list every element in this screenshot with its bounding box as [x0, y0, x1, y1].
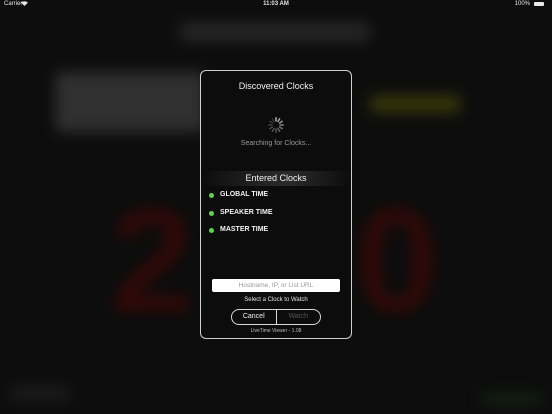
clock-item-label: GLOBAL TIME: [220, 191, 269, 198]
discovered-clocks-dialog: Discovered Clocks Searching for Clocks..…: [200, 70, 352, 339]
clock-item-master-time[interactable]: MASTER TIME: [201, 225, 351, 243]
action-button-group: Cancel Watch: [231, 309, 321, 325]
hostname-input[interactable]: [212, 279, 340, 292]
version-label: LiveTime Viewer - 1.08: [250, 328, 302, 334]
status-dot-icon: [209, 210, 214, 216]
status-time: 11:03 AM: [263, 1, 289, 7]
dialog-title: Discovered Clocks: [238, 81, 314, 91]
loading-spinner-icon: [268, 117, 284, 133]
clock-item-global-time[interactable]: GLOBAL TIME: [201, 190, 351, 208]
cancel-button[interactable]: Cancel: [232, 310, 277, 324]
battery-percent: 100%: [514, 1, 530, 7]
select-clock-hint: Select a Clock to Watch: [244, 297, 308, 303]
clock-item-label: SPEAKER TIME: [220, 208, 273, 216]
clock-item-speaker-time[interactable]: SPEAKER TIME: [201, 208, 351, 226]
clock-list: GLOBAL TIME SPEAKER TIME MASTER TIME: [201, 190, 351, 243]
entered-clocks-header: Entered Clocks: [201, 171, 351, 186]
status-dot-icon: [209, 193, 214, 198]
battery-icon: [534, 2, 544, 6]
status-dot-icon: [209, 228, 214, 233]
searching-status: Searching for Clocks...: [240, 140, 312, 147]
watch-button[interactable]: Watch: [277, 310, 321, 324]
clock-item-label: MASTER TIME: [220, 226, 269, 233]
status-bar: Carrier 11:03 AM 100%: [0, 0, 552, 10]
